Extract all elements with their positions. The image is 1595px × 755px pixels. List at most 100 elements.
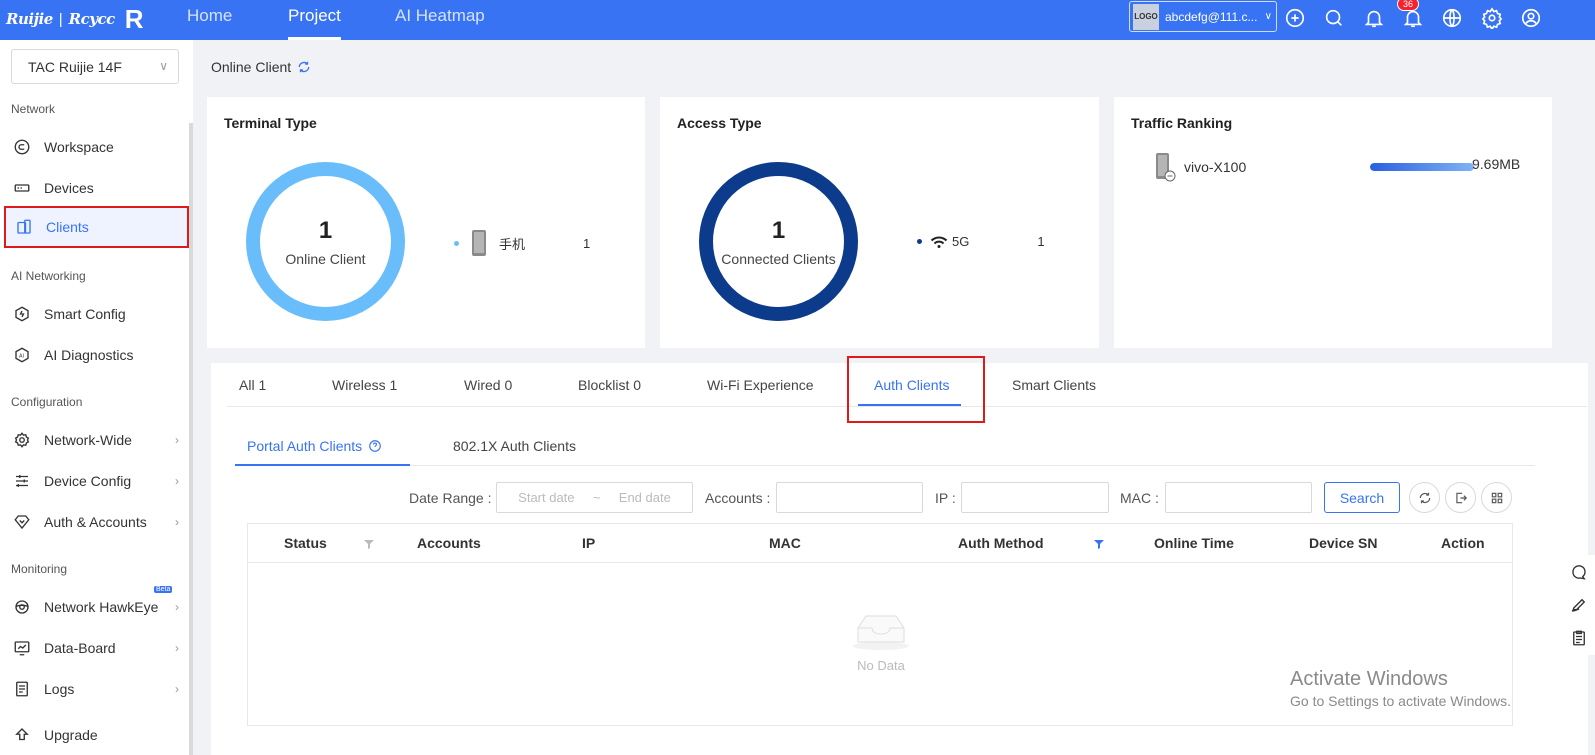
ip-label: IP : [935,489,956,506]
nav-project[interactable]: Project [288,0,341,40]
page-title: Online Client [211,59,292,75]
devices-icon [12,178,32,198]
start-date-placeholder: Start date [518,490,575,505]
auth-diamond-icon [12,512,32,532]
sidebar-scrollbar[interactable] [189,123,193,755]
highlight-box [847,356,985,423]
mac-label: MAC : [1120,489,1159,506]
top-navigation-bar: Ruijie | Rcycc R Home Project AI Heatmap… [0,0,1595,40]
sliders-icon [12,471,32,491]
brand-logo[interactable]: Ruijie | Rcycc R [6,4,144,34]
sidebar-item-label: Smart Config [44,306,126,322]
tab-wifi-experience[interactable]: Wi-Fi Experience [707,377,814,393]
col-online-time: Online Time [1154,535,1234,551]
search-icon[interactable] [1323,7,1345,29]
tab-smart-clients[interactable]: Smart Clients [1012,377,1096,393]
brand-name: Ruijie [6,10,53,28]
settings-gear-icon[interactable] [1481,7,1503,31]
brand-sub-name: Rcycc [68,10,116,28]
auth-subtabs: Portal Auth Clients 802.1X Auth Clients [235,427,1535,466]
table-header: Status Accounts IP MAC Auth Method Onlin… [248,524,1512,563]
column-settings-button[interactable] [1481,482,1512,513]
clipboard-icon[interactable] [1570,629,1588,647]
legend-dot [917,239,922,244]
sidebar-item-data-board[interactable]: Data-Board › [4,627,189,669]
project-name: TAC Ruijie 14F [28,58,122,75]
sidebar-item-label: Workspace [44,139,114,155]
date-range-picker[interactable]: Start date ~ End date [496,482,693,513]
data-board-icon [12,638,32,658]
terminal-legend-item: 手机 1 [454,229,590,257]
add-circle-icon[interactable] [1284,7,1306,29]
subtab-8021x-auth[interactable]: 802.1X Auth Clients [453,438,576,454]
traffic-ranking-card: Traffic Ranking vivo-X100 9.69MB [1114,97,1552,348]
account-selector[interactable]: LOGO abcdefg@111.c... ∨ [1129,1,1277,32]
search-button[interactable]: Search [1324,482,1400,513]
refresh-icon[interactable] [297,60,311,74]
breadcrumb: Online Client [211,59,311,75]
client-tabs: All 1 Wireless 1 Wired 0 Blocklist 0 Wi-… [227,356,1587,423]
chevron-down-icon: ∨ [159,59,168,73]
grid-icon [1491,492,1502,503]
sidebar-item-network-hawkeye[interactable]: Network HawkEye Beta › [4,586,189,628]
floating-toolbar [1562,555,1595,655]
tab-wireless[interactable]: Wireless 1 [332,377,397,393]
sidebar-item-workspace[interactable]: Workspace [4,126,189,168]
alert-bell-icon[interactable] [1402,7,1424,29]
legend-value: 1 [583,235,591,251]
sidebar-item-auth-accounts[interactable]: Auth & Accounts › [4,501,189,543]
sidebar-item-devices[interactable]: Devices [4,167,189,209]
sidebar-item-label: Device Config [44,473,132,489]
hawkeye-icon [12,597,32,617]
globe-icon[interactable] [1441,7,1463,29]
notification-bell-icon[interactable] [1363,7,1385,29]
chevron-right-icon: › [175,515,179,529]
connected-client-count: 1 [771,216,786,244]
section-ai-networking: AI Networking [11,269,86,283]
tab-wired[interactable]: Wired 0 [464,377,512,393]
sidebar-item-clients[interactable]: Clients [4,206,189,248]
auth-method-filter-icon[interactable] [1093,538,1105,550]
device-name: vivo-X100 [1184,159,1247,175]
empty-state: No Data [848,610,914,673]
section-monitoring: Monitoring [11,562,68,576]
brand-mark: R [124,3,144,34]
sidebar-item-upgrade[interactable]: Upgrade [4,714,189,755]
sidebar-item-ai-diagnostics[interactable]: AI AI Diagnostics [4,334,189,376]
refresh-button[interactable] [1409,482,1440,513]
chat-icon[interactable] [1570,563,1588,581]
col-device-sn: Device SN [1309,535,1378,551]
windows-activation-watermark: Activate Windows Go to Settings to activ… [1290,668,1511,709]
tab-blocklist[interactable]: Blocklist 0 [578,377,641,393]
nav-ai-heatmap[interactable]: AI Heatmap [395,0,485,40]
sidebar-item-label: Devices [44,180,94,196]
mac-input[interactable] [1165,482,1312,513]
sidebar-item-network-wide[interactable]: Network-Wide › [4,419,189,461]
project-selector[interactable]: TAC Ruijie 14F ∨ [11,49,179,84]
sidebar-item-logs[interactable]: Logs › [4,668,189,710]
online-client-label: Online Client [285,250,366,267]
accounts-input[interactable] [776,482,923,513]
account-email: abcdefg@111.c... [1165,9,1258,24]
end-date-placeholder: End date [618,490,671,505]
subtab-label: Portal Auth Clients [247,438,363,454]
help-icon[interactable] [368,439,382,453]
logs-icon [12,679,32,699]
nav-home[interactable]: Home [187,0,232,40]
chevron-right-icon: › [175,600,179,614]
sidebar-item-device-config[interactable]: Device Config › [4,460,189,502]
subtab-portal-auth[interactable]: Portal Auth Clients [247,438,382,454]
sidebar-item-label: Network-Wide [44,432,132,448]
empty-text: No Data [857,658,905,673]
sidebar-item-smart-config[interactable]: Smart Config [4,293,189,335]
tab-all[interactable]: All 1 [239,377,266,393]
access-type-card: Access Type 1 Connected Clients 5G 1 [660,97,1099,348]
feedback-pen-icon[interactable] [1570,596,1588,614]
export-icon [1455,492,1467,503]
traffic-bar [1370,163,1474,171]
empty-inbox-icon [853,615,909,650]
ip-input[interactable] [961,482,1109,513]
user-profile-icon[interactable] [1520,7,1542,29]
status-filter-icon[interactable] [363,538,375,550]
export-button[interactable] [1445,482,1476,513]
